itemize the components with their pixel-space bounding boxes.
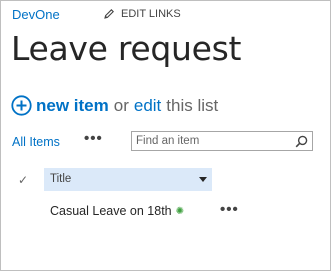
new-item-link[interactable]: new item	[36, 96, 109, 116]
search-box	[131, 131, 313, 151]
page-title: Leave request	[11, 29, 242, 68]
plus-circle-icon[interactable]	[11, 95, 32, 116]
view-all-items-link[interactable]: All Items	[12, 135, 60, 149]
search-input[interactable]	[136, 133, 286, 149]
new-item-badge-icon: ✺	[175, 205, 185, 217]
list-item-menu-ellipsis-icon[interactable]: •••	[220, 201, 239, 218]
select-all-checkmark-icon[interactable]: ✓	[18, 173, 28, 187]
list-item-title-link[interactable]: Casual Leave on 18th ✺	[50, 204, 184, 218]
this-list-text: this list	[166, 95, 219, 115]
column-header-label: Title	[50, 173, 72, 185]
list-item-title: Casual Leave on 18th	[50, 204, 172, 218]
site-name-link[interactable]: DevOne	[12, 7, 60, 22]
search-icon[interactable]	[295, 135, 308, 148]
column-dropdown-caret-icon[interactable]	[199, 177, 207, 182]
edit-links-label: EDIT LINKS	[121, 8, 181, 20]
list-command-bar: new item or edit this list	[11, 95, 218, 116]
pencil-icon	[104, 9, 114, 19]
edit-list-link[interactable]: edit	[134, 96, 161, 116]
or-text: or	[113, 95, 129, 115]
view-more-ellipsis-icon[interactable]: •••	[84, 130, 103, 147]
column-header-title[interactable]: Title	[44, 168, 212, 191]
edit-links-button[interactable]: EDIT LINKS	[103, 8, 181, 20]
